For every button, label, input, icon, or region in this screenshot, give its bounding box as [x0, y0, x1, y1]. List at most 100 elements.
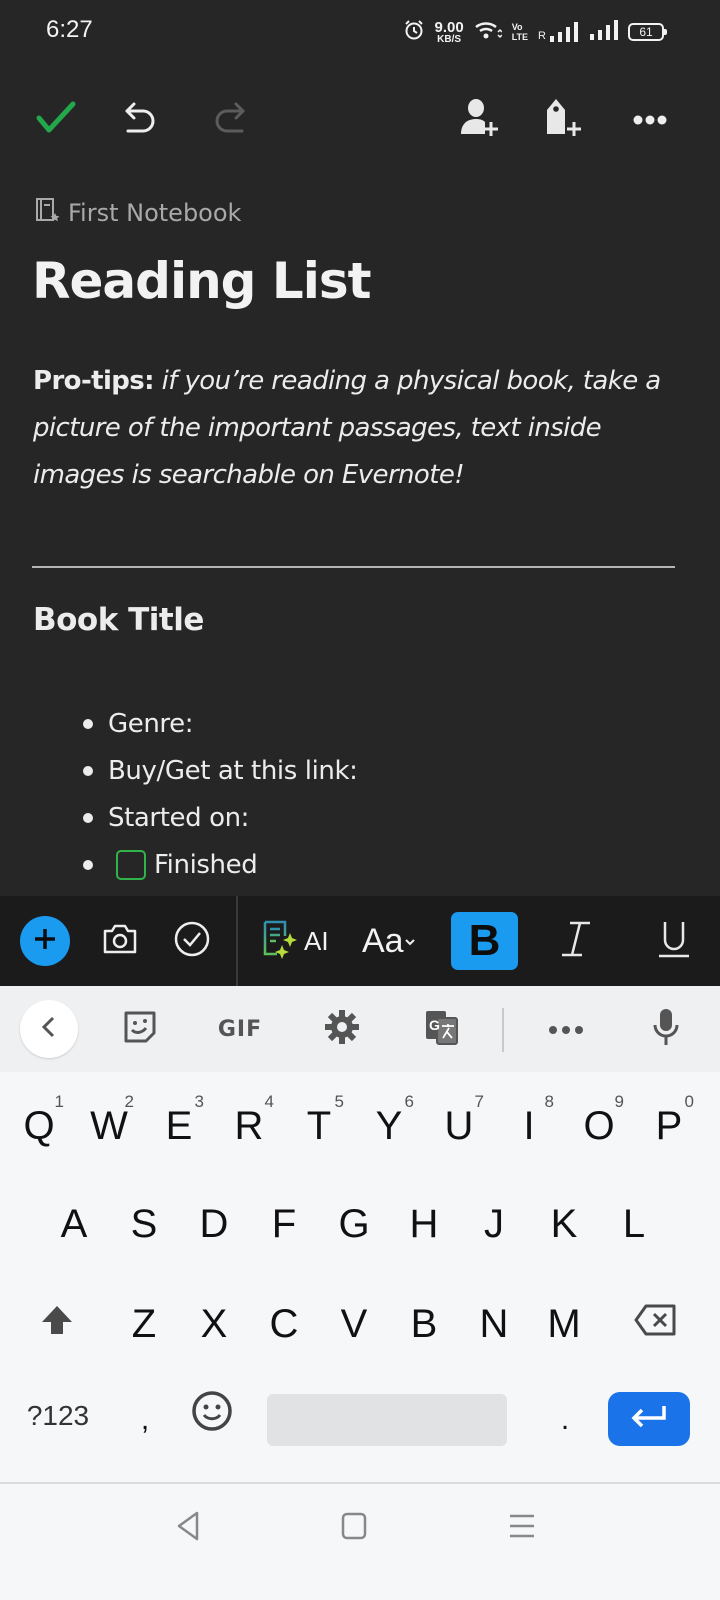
key-i[interactable]: I8 [498, 1078, 560, 1174]
note-toolbar [0, 84, 720, 156]
note-title[interactable]: Reading List [32, 252, 372, 310]
status-icons: 9.00 KB/S Vo LTE R 61 [403, 16, 667, 48]
list-item[interactable]: Finished [80, 841, 358, 888]
key-z[interactable]: Z [113, 1276, 175, 1372]
emoji-key[interactable] [184, 1384, 240, 1448]
add-tag-button[interactable] [542, 98, 586, 142]
key-row-1: Q1 W2 E3 R4 T5 Y6 U7 I8 O9 P0 [0, 1078, 720, 1174]
text-format-label: Aa [362, 921, 404, 960]
keyboard: GIF G Q1 W2 E3 R4 T5 Y6 U 7 I 8 O 9 P 0 … [0, 986, 720, 1486]
sticker-button[interactable] [118, 1002, 162, 1056]
wifi-icon [474, 19, 503, 45]
bold-icon: B [468, 916, 501, 965]
nav-home-button[interactable] [332, 1506, 376, 1550]
done-button[interactable] [34, 98, 78, 142]
notebook-name: First Notebook [68, 199, 242, 227]
list-item[interactable]: Genre: [80, 700, 358, 747]
volte-icon: Vo LTE [511, 22, 529, 42]
key-b[interactable]: B [393, 1276, 455, 1372]
checklist-icon [173, 920, 211, 962]
enter-key[interactable] [608, 1392, 690, 1446]
ai-label: AI [304, 925, 329, 956]
key-c[interactable]: C [253, 1276, 315, 1372]
key-r[interactable]: R4 [218, 1078, 280, 1174]
keyboard-more-button[interactable] [544, 1002, 588, 1056]
key-p[interactable]: P0 [638, 1078, 700, 1174]
key-j[interactable]: J [463, 1176, 525, 1272]
format-toolbar: AI Aa B [0, 896, 720, 986]
shift-key[interactable] [22, 1276, 92, 1372]
redo-button[interactable] [206, 98, 250, 142]
symbols-key[interactable]: ?123 [14, 1384, 102, 1448]
bold-button[interactable]: B [451, 912, 518, 970]
keyboard-back-button[interactable] [20, 1000, 78, 1058]
add-content-button[interactable] [20, 916, 70, 966]
keyboard-settings-button[interactable] [320, 1002, 364, 1056]
translate-icon: G [423, 1008, 461, 1050]
key-v[interactable]: V [323, 1276, 385, 1372]
nav-recents-button[interactable] [500, 1506, 544, 1550]
recents-menu-icon [509, 1513, 535, 1543]
horizontal-divider [32, 566, 675, 568]
signal-sim1-icon: R [538, 22, 580, 42]
undo-button[interactable] [120, 98, 164, 142]
key-a[interactable]: A [43, 1176, 105, 1272]
ai-button[interactable]: AI [262, 911, 329, 971]
system-nav-bar [0, 1482, 720, 1600]
keyboard-toolbar: GIF G [0, 986, 720, 1072]
key-t[interactable]: T5 [288, 1078, 350, 1174]
microphone-icon [651, 1007, 681, 1051]
net-speed: 9.00 KB/S [434, 18, 464, 45]
clock: 6:27 [46, 16, 93, 43]
finished-checkbox[interactable] [116, 849, 146, 880]
share-button[interactable] [458, 98, 502, 142]
backspace-icon [634, 1302, 678, 1347]
key-y[interactable]: Y6 [358, 1078, 420, 1174]
key-d[interactable]: D [183, 1176, 245, 1272]
translate-button[interactable]: G [420, 1002, 464, 1056]
checklist-button[interactable] [170, 911, 214, 971]
section-heading[interactable]: Book Title [33, 602, 204, 638]
svg-text:G: G [429, 1017, 440, 1033]
key-q[interactable]: Q1 [8, 1078, 70, 1174]
key-e[interactable]: E3 [148, 1078, 210, 1174]
gif-button[interactable]: GIF [210, 1002, 270, 1056]
backspace-key[interactable] [618, 1276, 694, 1372]
italic-button[interactable] [556, 911, 596, 971]
protip-paragraph[interactable]: Pro-tips: if you’re reading a physical b… [33, 358, 683, 499]
period-key[interactable]: . [540, 1384, 590, 1456]
voice-input-button[interactable] [644, 1002, 688, 1056]
more-options-button[interactable] [628, 98, 672, 142]
chevron-down-icon [404, 932, 416, 951]
key-u[interactable]: U7 [428, 1078, 490, 1174]
nav-back-button[interactable] [166, 1506, 210, 1550]
key-w[interactable]: W2 [78, 1078, 140, 1174]
sticker-icon [122, 1009, 158, 1049]
text-format-button[interactable]: Aa [362, 911, 416, 971]
key-k[interactable]: K [533, 1176, 595, 1272]
comma-key[interactable]: , [120, 1384, 170, 1456]
key-h[interactable]: H [393, 1176, 455, 1272]
status-bar: 6:27 9.00 KB/S Vo LTE R 61 [0, 0, 720, 64]
battery-icon: 61 [628, 23, 667, 41]
key-s[interactable]: S [113, 1176, 175, 1272]
underline-icon [657, 919, 691, 963]
notebook-icon [34, 196, 62, 230]
key-g[interactable]: G [323, 1176, 385, 1272]
camera-button[interactable] [98, 911, 142, 971]
key-n[interactable]: N [463, 1276, 525, 1372]
space-key[interactable] [267, 1394, 507, 1446]
key-row-4: ?123 , . [0, 1384, 720, 1456]
key-row-2: A S D F G H J K L [0, 1176, 720, 1272]
key-f[interactable]: F [253, 1176, 315, 1272]
key-m[interactable]: M [533, 1276, 595, 1372]
more-options-icon [632, 111, 668, 130]
key-o[interactable]: O9 [568, 1078, 630, 1174]
notebook-selector[interactable]: First Notebook [34, 196, 241, 230]
key-x[interactable]: X [183, 1276, 245, 1372]
list-item[interactable]: Buy/Get at this link: [80, 747, 358, 794]
underline-button[interactable] [654, 911, 694, 971]
key-l[interactable]: L [603, 1176, 665, 1272]
list-item[interactable]: Started on: [80, 794, 358, 841]
key-row-3: Z X C V B N M [0, 1276, 720, 1372]
